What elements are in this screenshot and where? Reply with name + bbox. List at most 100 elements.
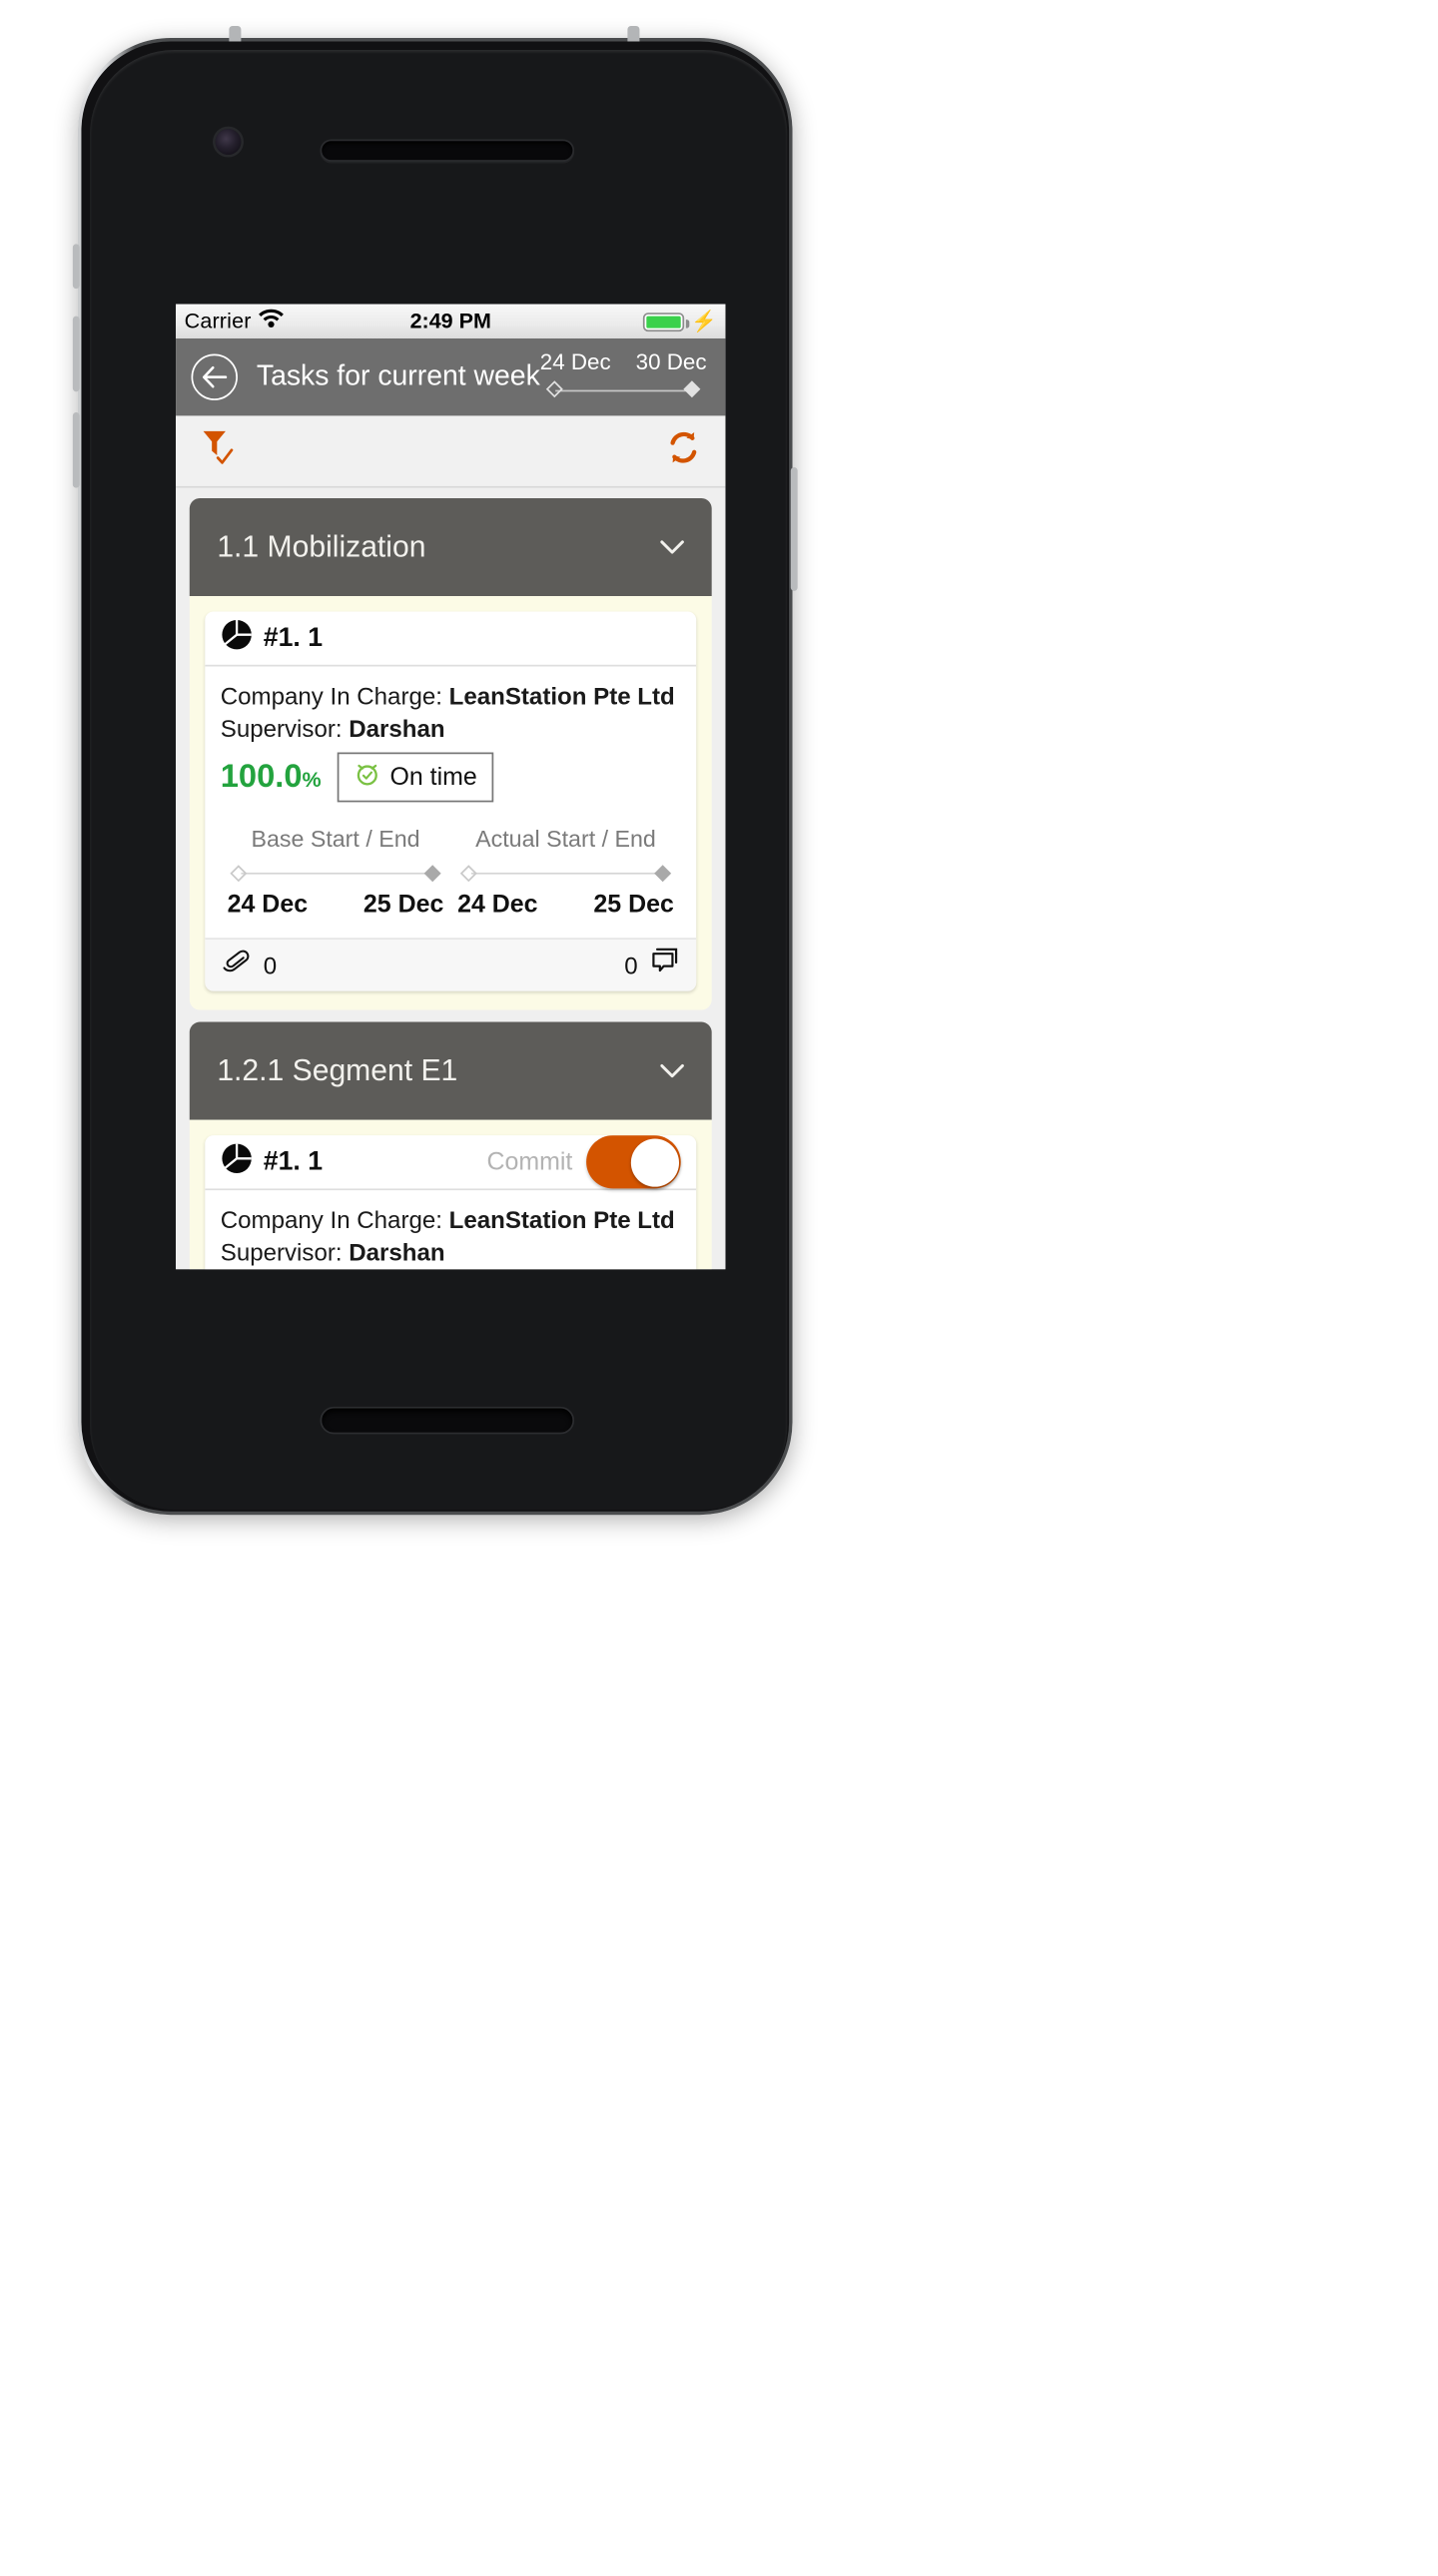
- task-group-header[interactable]: 1.2.1 Segment E1: [189, 1021, 712, 1120]
- commit-label: Commit: [486, 1147, 573, 1176]
- supervisor-row: Supervisor: Darshan: [221, 715, 681, 743]
- supervisor-value: Darshan: [349, 1238, 445, 1266]
- company-in-charge-label: Company In Charge:: [220, 1205, 449, 1234]
- company-in-charge-value: LeanStation Pte Ltd: [448, 682, 675, 710]
- battery-fill: [646, 315, 681, 327]
- comment-bubble-icon[interactable]: [650, 947, 679, 984]
- task-card-header: #1. 1: [205, 611, 697, 667]
- comment-group[interactable]: 0: [624, 947, 679, 984]
- phone-volume-up-button[interactable]: [72, 316, 80, 392]
- base-date-line: [241, 872, 430, 874]
- week-range-track[interactable]: [545, 379, 701, 400]
- attachment-count: 0: [263, 952, 278, 979]
- task-group-title: 1.2.1 Segment E1: [217, 1052, 458, 1087]
- company-in-charge-row: Company In Charge: LeanStation Pte Ltd: [221, 1206, 681, 1234]
- phone-volume-down-button[interactable]: [72, 411, 80, 488]
- paperclip-icon[interactable]: [222, 949, 251, 981]
- phone-antenna-nub-left: [229, 25, 242, 42]
- task-card-header: #1. 1 Commit: [205, 1135, 697, 1191]
- front-camera-icon: [215, 129, 242, 155]
- task-card-body: Company In Charge: LeanStation Pte Ltd S…: [205, 1190, 696, 1269]
- task-group: 1.2.1 Segment E1 #1. 1 Commit Company In…: [189, 1021, 712, 1270]
- action-toolbar: [176, 415, 726, 488]
- company-in-charge-value: LeanStation Pte Ltd: [448, 1205, 675, 1234]
- base-date-title: Base Start / End: [251, 826, 420, 853]
- progress-percent: 100.0%: [220, 758, 322, 795]
- base-date-start-handle: [230, 864, 248, 882]
- alarm-clock-check-icon: [354, 761, 379, 794]
- company-in-charge-label: Company In Charge:: [220, 682, 449, 710]
- actual-end-date: 25 Dec: [593, 891, 674, 920]
- wifi-icon: [258, 306, 284, 336]
- battery-icon: [642, 312, 689, 331]
- week-range-end-handle[interactable]: [683, 380, 701, 398]
- week-range-line: [555, 388, 692, 391]
- task-card[interactable]: #1. 1 Commit Company In Charge: LeanStat…: [205, 1135, 697, 1270]
- week-range-start-handle[interactable]: [545, 380, 563, 398]
- week-range-slider[interactable]: 24 Dec 30 Dec: [540, 348, 707, 405]
- week-range-labels: 24 Dec 30 Dec: [540, 348, 707, 374]
- commit-toggle[interactable]: [586, 1135, 681, 1189]
- phone-device: Carrier 2:49 PM ⚡ Tasks for current week…: [72, 25, 1308, 2576]
- filter-check-icon[interactable]: [198, 426, 239, 476]
- actual-date-labels: 24 Dec 25 Dec: [457, 892, 674, 921]
- base-date-track: [230, 864, 441, 882]
- task-card-footer: 0 0: [205, 938, 697, 991]
- commit-control[interactable]: Commit: [486, 1135, 681, 1189]
- base-date-labels: 24 Dec 25 Dec: [228, 892, 444, 921]
- task-group: 1.1 Mobilization #1. 1 Company In Charge…: [189, 497, 712, 1010]
- base-date-range: Base Start / End 24 Dec 25 Dec: [221, 826, 450, 921]
- task-group-header[interactable]: 1.1 Mobilization: [189, 497, 712, 596]
- supervisor-row: Supervisor: Darshan: [221, 1238, 681, 1266]
- refresh-sync-icon[interactable]: [664, 427, 704, 475]
- base-date-end-handle: [423, 864, 441, 882]
- pie-chart-icon: [221, 618, 254, 659]
- phone-antenna-nub-right: [627, 25, 640, 42]
- bottom-speaker-slot: [320, 1406, 575, 1435]
- task-group-body: #1. 1 Commit Company In Charge: LeanStat…: [189, 1119, 712, 1270]
- date-ranges: Base Start / End 24 Dec 25 Dec Actual St…: [221, 826, 681, 931]
- base-end-date: 25 Dec: [362, 891, 444, 920]
- status-bar: Carrier 2:49 PM ⚡: [176, 304, 726, 338]
- base-start-date: 24 Dec: [227, 891, 309, 920]
- company-in-charge-row: Company In Charge: LeanStation Pte Ltd: [221, 682, 681, 710]
- actual-date-range: Actual Start / End 24 Dec 25 Dec: [450, 826, 680, 921]
- week-range-start: 24 Dec: [539, 348, 611, 375]
- actual-date-title: Actual Start / End: [475, 826, 656, 853]
- supervisor-label: Supervisor:: [220, 714, 350, 743]
- attachment-group[interactable]: 0: [222, 949, 277, 981]
- task-card-body: Company In Charge: LeanStation Pte Ltd S…: [205, 667, 696, 939]
- phone-glass: Carrier 2:49 PM ⚡ Tasks for current week…: [90, 50, 788, 1511]
- task-group-title: 1.1 Mobilization: [217, 528, 426, 564]
- back-button[interactable]: [191, 353, 238, 400]
- status-badge-label: On time: [389, 763, 477, 792]
- lightning-bolt-icon: ⚡: [691, 309, 717, 333]
- page-title: Tasks for current week: [256, 360, 540, 392]
- chevron-down-icon[interactable]: [660, 534, 684, 560]
- week-range-end: 30 Dec: [635, 348, 707, 375]
- task-card-id: #1. 1: [263, 1146, 324, 1176]
- actual-date-line: [470, 872, 661, 874]
- actual-date-track: [459, 864, 672, 882]
- status-bar-left: Carrier: [185, 306, 285, 336]
- actual-date-end-handle: [654, 864, 672, 882]
- status-bar-right: ⚡: [642, 309, 717, 333]
- actual-start-date: 24 Dec: [457, 891, 538, 920]
- phone-silent-switch[interactable]: [72, 244, 80, 290]
- supervisor-value: Darshan: [349, 714, 445, 743]
- phone-body: Carrier 2:49 PM ⚡ Tasks for current week…: [72, 25, 798, 1516]
- back-arrow-icon: [202, 365, 228, 388]
- phone-screen: Carrier 2:49 PM ⚡ Tasks for current week…: [176, 304, 726, 1270]
- actual-date-start-handle: [459, 864, 477, 882]
- earpiece-speaker: [320, 139, 575, 162]
- status-badge: On time: [337, 752, 494, 803]
- chevron-down-icon[interactable]: [660, 1058, 684, 1084]
- commit-toggle-knob[interactable]: [629, 1137, 679, 1186]
- task-list[interactable]: 1.1 Mobilization #1. 1 Company In Charge…: [176, 487, 726, 1270]
- progress-row: 100.0% On time: [220, 752, 681, 803]
- carrier-label: Carrier: [184, 309, 252, 333]
- phone-power-button[interactable]: [790, 467, 798, 591]
- task-card[interactable]: #1. 1 Company In Charge: LeanStation Pte…: [205, 611, 697, 991]
- task-card-id: #1. 1: [263, 622, 324, 652]
- navigation-header: Tasks for current week 24 Dec 30 Dec: [176, 338, 726, 416]
